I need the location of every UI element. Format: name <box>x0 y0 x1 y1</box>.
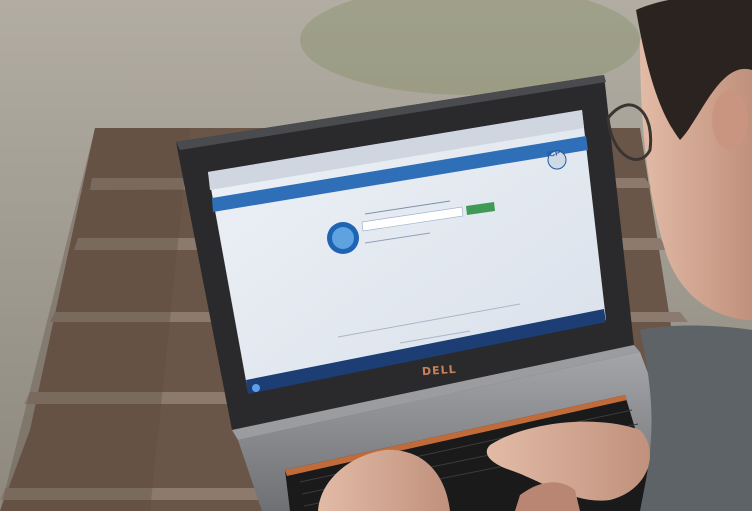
dell-logo: DELL <box>421 362 458 379</box>
start-button-icon <box>252 384 260 392</box>
ear <box>712 90 748 150</box>
sweater <box>640 325 752 511</box>
photo-scene <box>0 0 752 511</box>
